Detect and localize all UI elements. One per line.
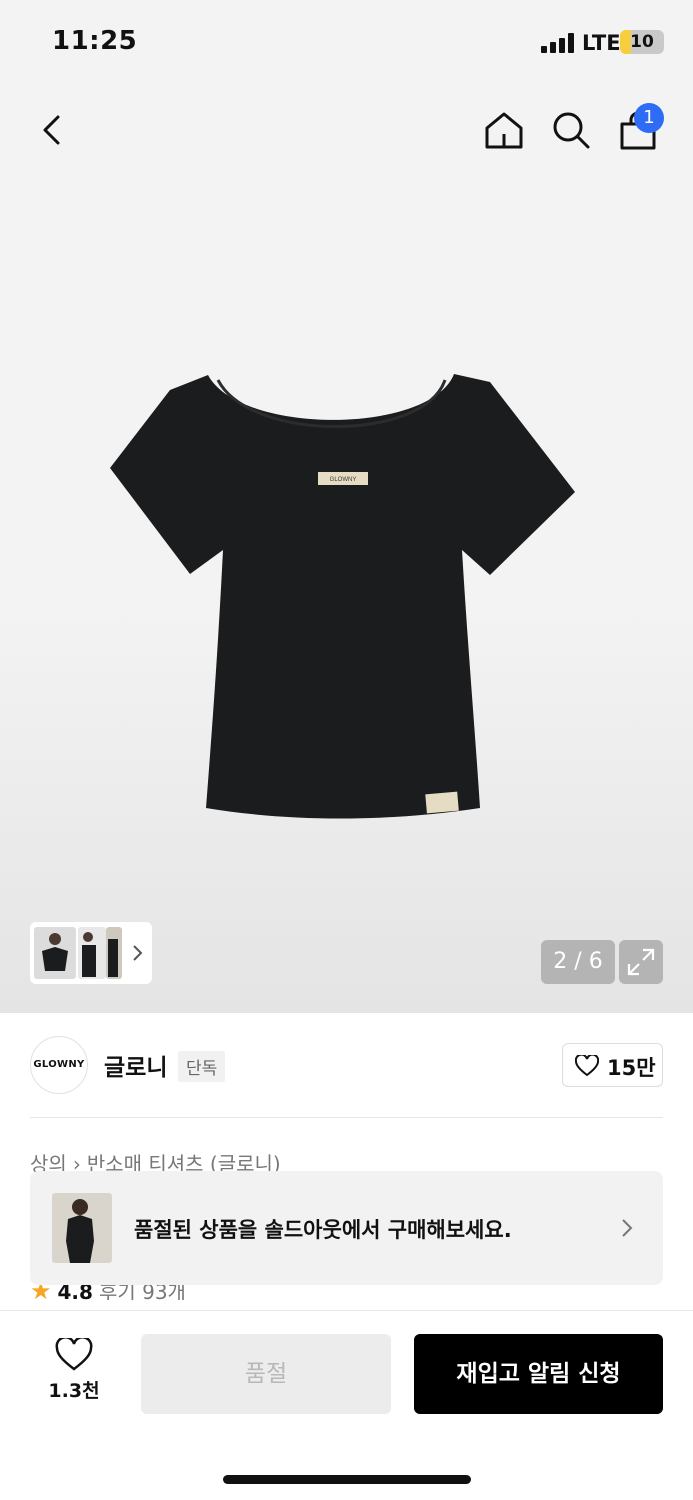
banner-text: 품절된 상품을 솔드아웃에서 구매해보세요. xyxy=(134,1218,512,1242)
soldout-banner[interactable]: 품절된 상품을 솔드아웃에서 구매해보세요. xyxy=(30,1171,663,1285)
brand-name[interactable]: 글로니 xyxy=(104,1048,167,1082)
neck-label-text: GLOWNY xyxy=(330,477,357,483)
wishlist-button[interactable]: 1.3천 xyxy=(40,1338,108,1410)
thumbnail-2[interactable] xyxy=(78,927,106,979)
signal-icon xyxy=(541,33,577,53)
chevron-right-icon xyxy=(133,945,143,961)
home-indicator xyxy=(223,1475,471,1484)
exclusive-badge: 단독 xyxy=(178,1051,226,1082)
divider xyxy=(30,1117,663,1118)
brand-like-button[interactable]: 15만 xyxy=(562,1043,663,1087)
soldout-button: 품절 xyxy=(141,1334,391,1414)
status-time: 11:25 xyxy=(52,26,138,56)
top-nav xyxy=(0,100,693,160)
back-icon[interactable] xyxy=(30,108,74,152)
bottom-bar-divider xyxy=(0,1310,693,1311)
fullscreen-button[interactable] xyxy=(619,940,663,984)
heart-icon xyxy=(55,1338,93,1371)
status-bar: 11:25 LTE 10 xyxy=(0,0,693,88)
heart-icon xyxy=(575,1055,599,1077)
page-indicator: 2 / 6 xyxy=(541,940,615,984)
product-hero: 11:25 LTE 10 1 GLOWNY 2 / 6 xyxy=(0,0,693,1013)
battery-level: 10 xyxy=(630,32,654,52)
thumbnail-3[interactable] xyxy=(106,927,122,979)
wishlist-count: 1.3천 xyxy=(48,1380,100,1402)
cart-count-badge: 1 xyxy=(634,103,664,133)
brand-like-count: 15만 xyxy=(607,1056,656,1080)
banner-thumbnail xyxy=(52,1193,112,1263)
chevron-right-icon xyxy=(622,1219,633,1237)
expand-icon xyxy=(627,948,655,976)
thumbnail-strip[interactable] xyxy=(30,922,152,984)
network-label: LTE xyxy=(582,31,621,55)
hem-label xyxy=(425,791,459,814)
search-icon[interactable] xyxy=(549,108,593,152)
product-image[interactable]: GLOWNY xyxy=(100,360,590,830)
battery-icon: 10 xyxy=(620,30,664,54)
restock-alert-button[interactable]: 재입고 알림 신청 xyxy=(414,1334,663,1414)
thumbnail-1[interactable] xyxy=(34,927,76,979)
brand-logo[interactable]: GLOWNY xyxy=(30,1036,88,1094)
home-icon[interactable] xyxy=(482,108,526,152)
